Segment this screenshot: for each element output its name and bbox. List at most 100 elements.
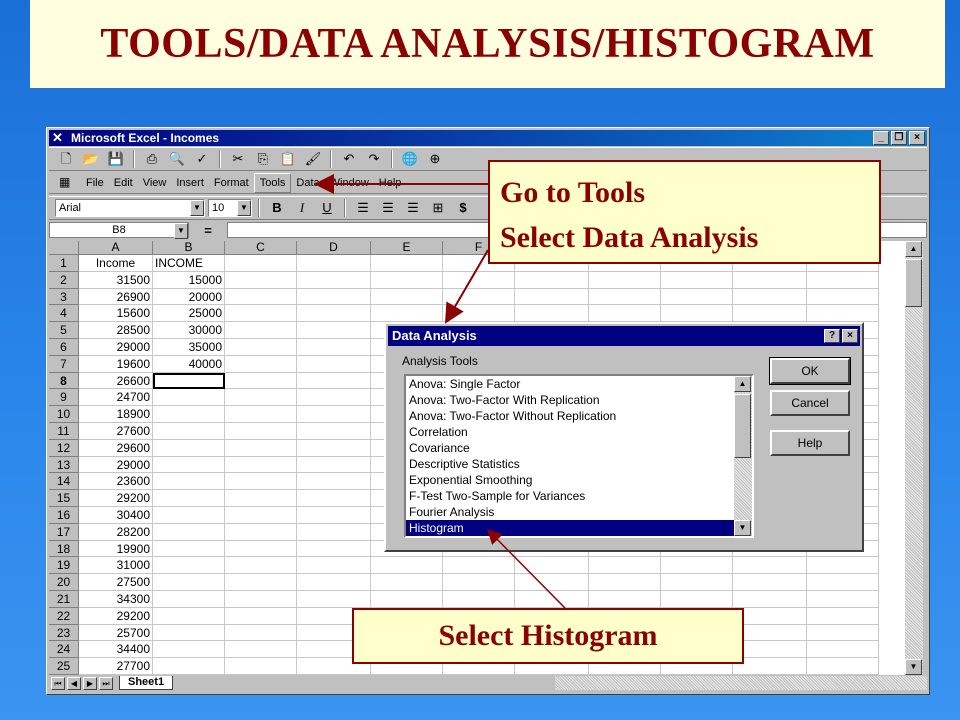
row-header[interactable]: 25 xyxy=(49,658,79,675)
grid-cell[interactable] xyxy=(225,607,297,625)
menu-edit[interactable]: Edit xyxy=(109,174,138,192)
grid-cell[interactable] xyxy=(807,641,879,659)
grid-cell[interactable] xyxy=(443,590,515,608)
grid-cell[interactable]: 18900 xyxy=(79,406,153,423)
row-header[interactable]: 19 xyxy=(49,557,79,575)
grid-cell[interactable] xyxy=(589,271,661,289)
grid-cell[interactable]: 19600 xyxy=(79,355,153,373)
row-header[interactable]: 13 xyxy=(49,456,79,474)
grid-cell[interactable]: 19900 xyxy=(79,540,153,558)
list-item[interactable]: Anova: Two-Factor Without Replication xyxy=(406,408,752,424)
grid-cell[interactable] xyxy=(371,557,443,575)
last-sheet-icon[interactable]: ⏭ xyxy=(99,676,113,690)
prev-sheet-icon[interactable]: ◀ xyxy=(67,676,81,690)
scroll-up-icon[interactable]: ▲ xyxy=(734,376,751,392)
grid-cell[interactable] xyxy=(153,490,225,507)
restore-button[interactable]: ❐ xyxy=(891,131,907,145)
grid-cell[interactable]: 27700 xyxy=(79,658,153,675)
grid-cell[interactable] xyxy=(589,557,661,575)
help-button[interactable]: Help xyxy=(770,430,850,456)
grid-cell[interactable] xyxy=(225,355,297,373)
grid-cell[interactable] xyxy=(297,456,371,474)
grid-cell[interactable]: 34400 xyxy=(79,641,153,659)
grid-cell[interactable] xyxy=(443,305,515,323)
grid-cell[interactable] xyxy=(153,473,225,491)
sheet-tab[interactable]: Sheet1 xyxy=(119,676,174,690)
grid-cell[interactable] xyxy=(515,590,589,608)
grid-cell[interactable] xyxy=(297,557,371,575)
grid-cell[interactable]: 28200 xyxy=(79,523,153,541)
grid-cell[interactable] xyxy=(297,288,371,306)
grid-cell[interactable] xyxy=(297,490,371,507)
column-header-e[interactable]: E xyxy=(371,241,443,255)
grid-cell[interactable] xyxy=(371,288,443,306)
grid-cell[interactable] xyxy=(515,288,589,306)
grid-cell[interactable] xyxy=(733,624,807,642)
grid-cell[interactable] xyxy=(807,574,879,591)
analysis-tools-list[interactable]: Anova: Single Factor Anova: Two-Factor Wi… xyxy=(404,374,754,538)
grid-cell[interactable]: 20000 xyxy=(153,288,225,306)
grid-cell[interactable] xyxy=(515,557,589,575)
list-item[interactable]: Histogram xyxy=(406,520,752,536)
grid-cell[interactable] xyxy=(733,607,807,625)
grid-cell[interactable]: Income xyxy=(79,255,153,272)
grid-cell[interactable]: 29600 xyxy=(79,439,153,457)
grid-cell[interactable] xyxy=(153,658,225,675)
grid-cell[interactable] xyxy=(371,255,443,272)
paste-icon[interactable]: 📋 xyxy=(277,149,299,169)
grid-cell[interactable]: 26600 xyxy=(79,372,153,390)
save-icon[interactable]: 💾 xyxy=(105,149,127,169)
grid-cell[interactable]: 31500 xyxy=(79,271,153,289)
workbook-icon[interactable]: ▦ xyxy=(59,175,75,191)
grid-cell[interactable] xyxy=(443,557,515,575)
grid-cell[interactable] xyxy=(443,288,515,306)
align-left-icon[interactable]: ☰ xyxy=(352,198,374,218)
menu-data[interactable]: Data xyxy=(291,174,324,192)
grid-cell[interactable] xyxy=(297,590,371,608)
grid-cell[interactable] xyxy=(225,658,297,675)
grid-cell[interactable] xyxy=(589,574,661,591)
grid-cell[interactable]: 29000 xyxy=(79,338,153,356)
grid-cell[interactable] xyxy=(153,372,225,390)
currency-icon[interactable]: $ xyxy=(452,198,474,218)
grid-cell[interactable] xyxy=(225,305,297,323)
grid-cell[interactable] xyxy=(297,372,371,390)
column-header-c[interactable]: C xyxy=(225,241,297,255)
select-all-corner[interactable] xyxy=(49,241,79,255)
row-header[interactable]: 24 xyxy=(49,641,79,659)
grid-cell[interactable] xyxy=(371,574,443,591)
grid-cell[interactable]: 30400 xyxy=(79,506,153,524)
redo-icon[interactable]: ↷ xyxy=(363,149,385,169)
next-sheet-icon[interactable]: ▶ xyxy=(83,676,97,690)
grid-cell[interactable] xyxy=(371,271,443,289)
row-header[interactable]: 8 xyxy=(49,372,79,390)
web-toolbar-icon[interactable]: ⊕ xyxy=(424,149,446,169)
new-file-icon[interactable]: 🗋 xyxy=(55,149,77,169)
menu-window[interactable]: Window xyxy=(325,174,374,192)
grid-cell[interactable]: 24700 xyxy=(79,389,153,407)
row-header[interactable]: 21 xyxy=(49,590,79,608)
row-header[interactable]: 20 xyxy=(49,574,79,591)
grid-cell[interactable] xyxy=(225,624,297,642)
grid-cell[interactable]: 30000 xyxy=(153,322,225,339)
grid-cell[interactable] xyxy=(589,590,661,608)
format-painter-icon[interactable]: 🖌 xyxy=(302,149,324,169)
menu-help[interactable]: Help xyxy=(374,174,407,192)
print-icon[interactable]: ⎙ xyxy=(141,149,163,169)
grid-cell[interactable] xyxy=(153,523,225,541)
row-header[interactable]: 15 xyxy=(49,490,79,507)
grid-cell[interactable]: 34300 xyxy=(79,590,153,608)
grid-cell[interactable] xyxy=(153,557,225,575)
grid-cell[interactable] xyxy=(225,456,297,474)
grid-cell[interactable]: 35000 xyxy=(153,338,225,356)
open-folder-icon[interactable]: 📂 xyxy=(80,149,102,169)
grid-cell[interactable] xyxy=(807,624,879,642)
row-header[interactable]: 3 xyxy=(49,288,79,306)
grid-cell[interactable]: 28500 xyxy=(79,322,153,339)
grid-cell[interactable] xyxy=(297,422,371,440)
formula-equals-icon[interactable]: = xyxy=(193,223,223,238)
underline-icon[interactable]: U xyxy=(316,198,338,218)
vertical-scrollbar[interactable]: ▲ ▼ xyxy=(905,241,923,675)
grid-cell[interactable]: 40000 xyxy=(153,355,225,373)
grid-cell[interactable] xyxy=(589,305,661,323)
